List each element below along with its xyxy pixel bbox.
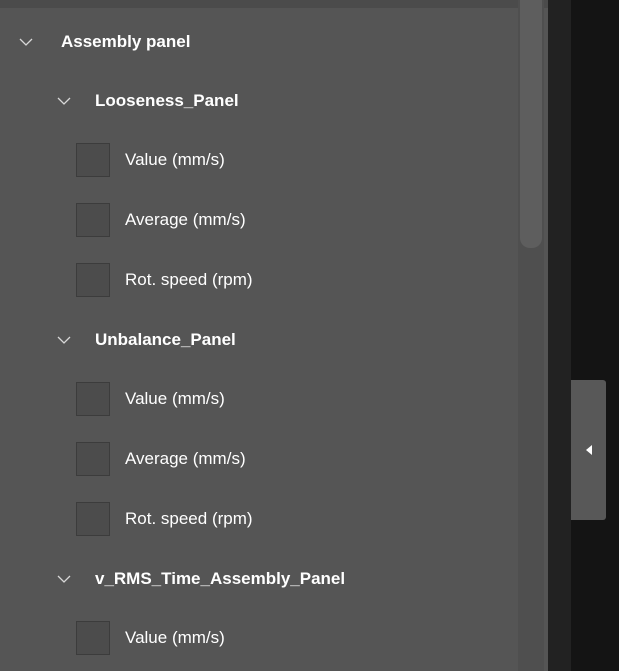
tree-leaf-label: Value (mm/s) bbox=[125, 389, 225, 408]
tree-rows: Assembly panel Looseness_Panel Value (mm… bbox=[0, 12, 520, 668]
tree-node-label: v_RMS_Time_Assembly_Panel bbox=[95, 568, 346, 588]
tree-leaf-unbalance-average[interactable]: Average (mm/s) bbox=[0, 429, 520, 489]
tree-node-label: Assembly panel bbox=[61, 31, 191, 51]
tree-leaf-label: Value (mm/s) bbox=[125, 628, 225, 647]
chevron-down-icon[interactable] bbox=[57, 96, 71, 106]
tree-leaf-looseness-rot-speed[interactable]: Rot. speed (rpm) bbox=[0, 250, 520, 310]
tree-leaf-unbalance-rot-speed[interactable]: Rot. speed (rpm) bbox=[0, 489, 520, 549]
tree-leaf-label: Average (mm/s) bbox=[125, 210, 246, 229]
chevron-down-icon[interactable] bbox=[19, 37, 33, 47]
tree-leaf-label: Rot. speed (rpm) bbox=[125, 270, 253, 289]
chevron-down-icon[interactable] bbox=[57, 335, 71, 345]
tree-leaf-label: Average (mm/s) bbox=[125, 449, 246, 468]
scrollbar-thumb[interactable] bbox=[520, 0, 542, 248]
tree-panel: Assembly panel Looseness_Panel Value (mm… bbox=[0, 0, 548, 671]
tree-node-v-rms-time-assembly-panel[interactable]: v_RMS_Time_Assembly_Panel bbox=[0, 549, 520, 608]
triangle-left-icon bbox=[585, 445, 592, 455]
tree-leaf-looseness-value[interactable]: Value (mm/s) bbox=[0, 130, 520, 190]
panel-top-edge bbox=[0, 0, 548, 8]
tree-leaf-label: Rot. speed (rpm) bbox=[125, 509, 253, 528]
collapse-panel-button[interactable] bbox=[571, 380, 606, 520]
tree-leaf-looseness-average[interactable]: Average (mm/s) bbox=[0, 190, 520, 250]
checkbox[interactable] bbox=[76, 621, 110, 655]
tree-node-unbalance-panel[interactable]: Unbalance_Panel bbox=[0, 310, 520, 369]
tree-node-assembly-panel[interactable]: Assembly panel bbox=[0, 12, 520, 71]
tree-node-label: Looseness_Panel bbox=[95, 90, 239, 110]
checkbox[interactable] bbox=[76, 203, 110, 237]
tree-leaf-label: Value (mm/s) bbox=[125, 150, 225, 169]
checkbox[interactable] bbox=[76, 263, 110, 297]
checkbox[interactable] bbox=[76, 502, 110, 536]
tree-leaf-unbalance-value[interactable]: Value (mm/s) bbox=[0, 369, 520, 429]
content-area bbox=[571, 0, 619, 671]
tree-node-looseness-panel[interactable]: Looseness_Panel bbox=[0, 71, 520, 130]
checkbox[interactable] bbox=[76, 442, 110, 476]
tree-leaf-v-rms-value[interactable]: Value (mm/s) bbox=[0, 608, 520, 668]
checkbox[interactable] bbox=[76, 143, 110, 177]
tree-node-label: Unbalance_Panel bbox=[95, 329, 236, 349]
chevron-down-icon[interactable] bbox=[57, 574, 71, 584]
checkbox[interactable] bbox=[76, 382, 110, 416]
